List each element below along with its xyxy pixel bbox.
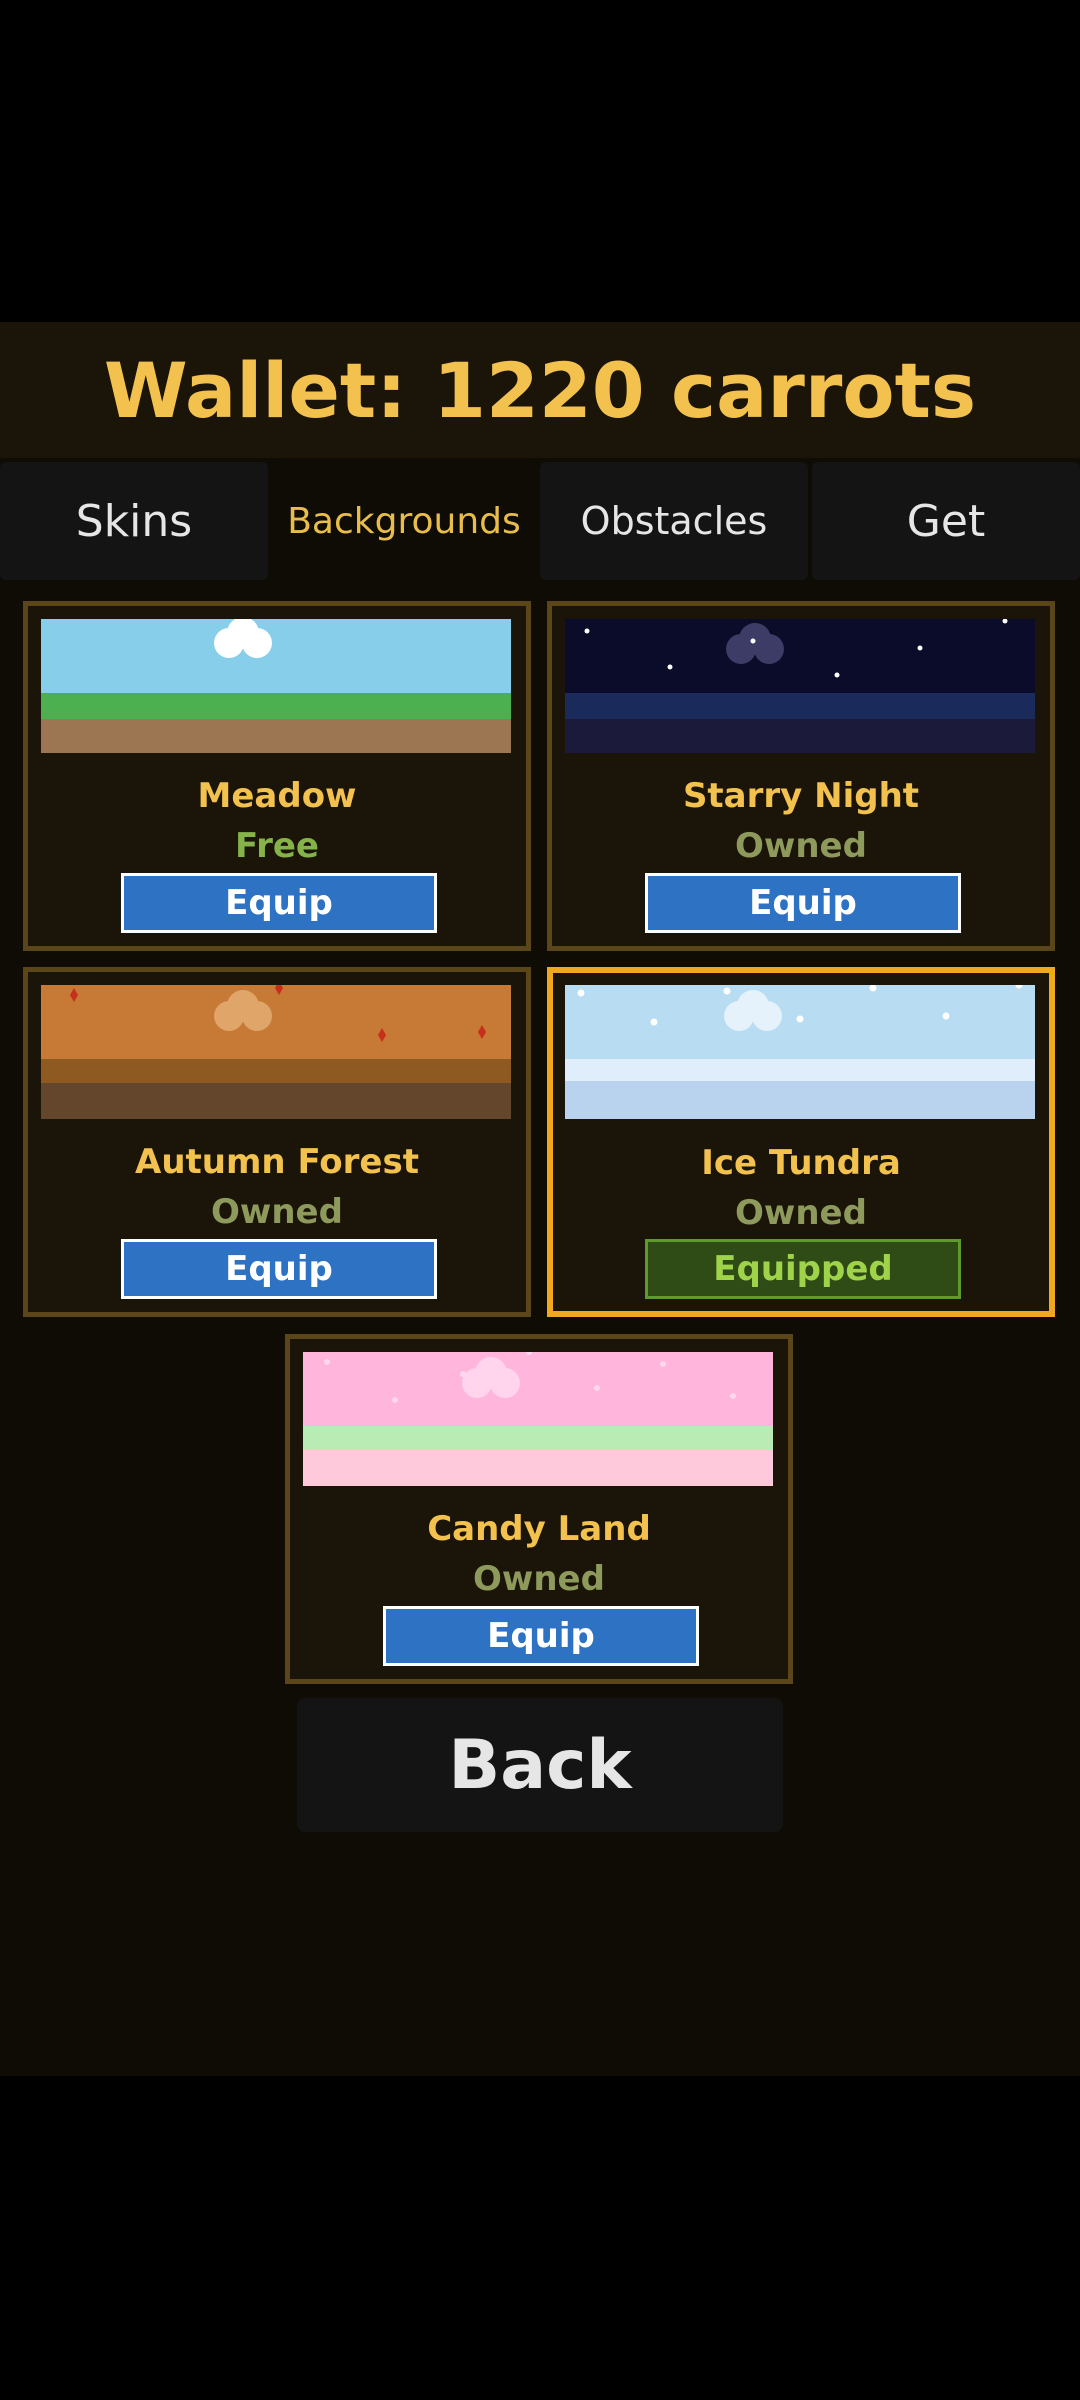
- candy-land-thumbnail: [303, 1352, 773, 1486]
- background-name: Ice Tundra: [701, 1143, 901, 1183]
- background-name: Starry Night: [682, 776, 920, 816]
- tab-skins[interactable]: Skins: [0, 462, 268, 580]
- equip-button[interactable]: Equip: [121, 1239, 437, 1299]
- background-status: Owned: [211, 1192, 343, 1232]
- equip-button[interactable]: Equip: [645, 873, 961, 933]
- background-card-candy-land: Candy Land Owned Equip: [285, 1334, 793, 1684]
- background-status: Free: [235, 826, 319, 866]
- tab-backgrounds[interactable]: Backgrounds: [270, 462, 538, 580]
- autumn-forest-thumbnail: [41, 985, 511, 1119]
- equipped-button[interactable]: Equipped: [645, 1239, 961, 1299]
- meadow-thumbnail: [41, 619, 511, 753]
- background-status: Owned: [735, 1193, 867, 1233]
- background-card-starry-night: Starry Night Owned Equip: [547, 601, 1055, 951]
- ice-tundra-thumbnail: [565, 985, 1035, 1119]
- background-name: Meadow: [197, 776, 357, 816]
- background-name: Candy Land: [427, 1509, 651, 1549]
- shop-tabs: Skins Backgrounds Obstacles Get: [0, 462, 1080, 580]
- background-status: Owned: [735, 826, 867, 866]
- background-name: Autumn Forest: [135, 1142, 419, 1182]
- back-button[interactable]: Back: [297, 1698, 783, 1832]
- background-card-meadow: Meadow Free Equip: [23, 601, 531, 951]
- background-card-autumn-forest: Autumn Forest Owned Equip: [23, 967, 531, 1317]
- wallet-balance: Wallet: 1220 carrots: [0, 322, 1080, 458]
- starry-night-thumbnail: [565, 619, 1035, 753]
- background-card-ice-tundra: Ice Tundra Owned Equipped: [547, 967, 1055, 1317]
- tab-get[interactable]: Get: [812, 462, 1080, 580]
- tab-obstacles[interactable]: Obstacles: [540, 462, 808, 580]
- equip-button[interactable]: Equip: [383, 1606, 699, 1666]
- equip-button[interactable]: Equip: [121, 873, 437, 933]
- background-status: Owned: [473, 1559, 605, 1599]
